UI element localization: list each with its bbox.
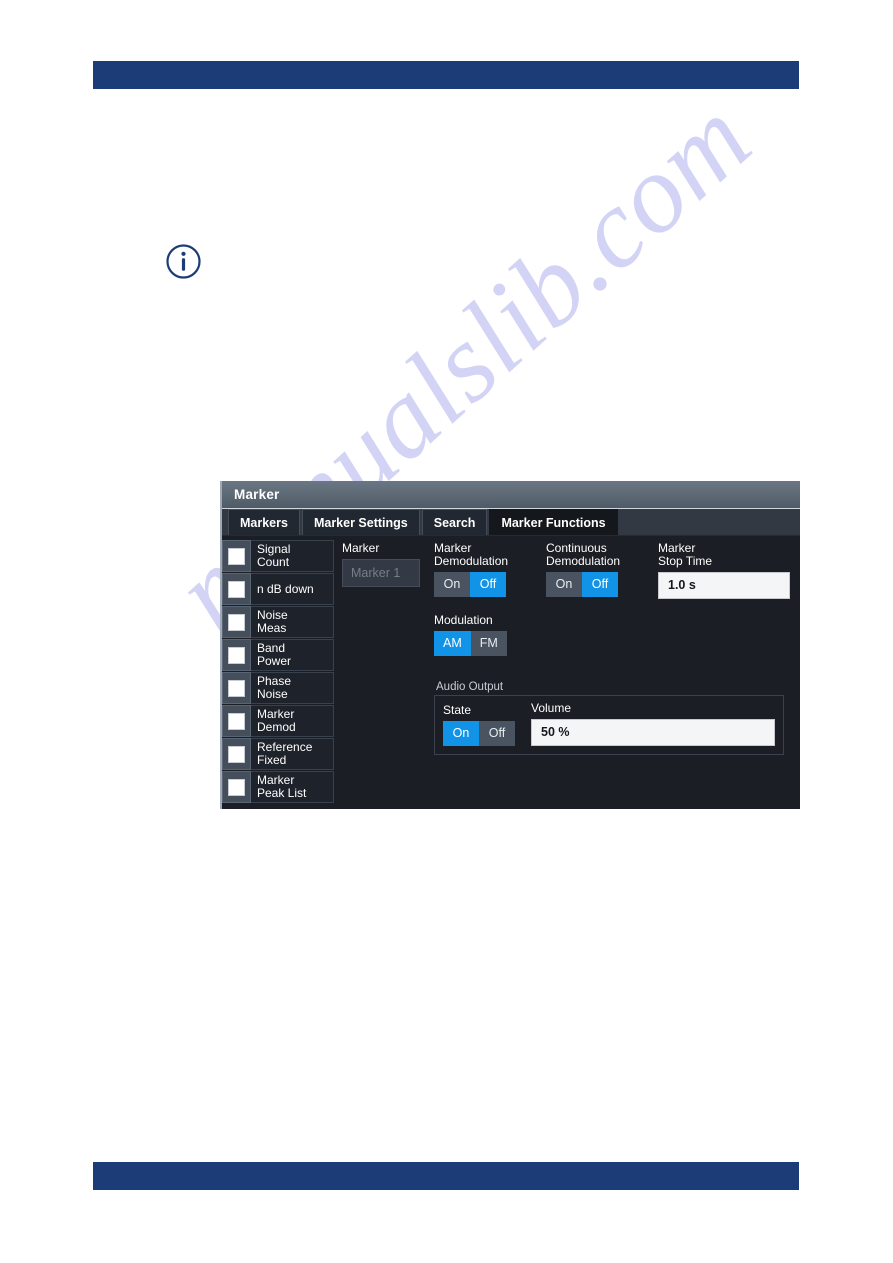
marker-demod-checkbox[interactable] [228,712,245,730]
list-item-label: Noise Meas [251,606,334,638]
list-item-label: Band Power [251,639,334,671]
marker-label-text: Marker [342,541,380,555]
list-item-n-db-down[interactable]: n dB down [222,573,334,605]
checkbox-cell[interactable] [222,639,251,671]
marker-stop-time-label: Marker Stop Time [658,542,790,568]
label-line-2: Meas [257,621,287,635]
label-line-2: Power [257,654,292,668]
tab-markers[interactable]: Markers [228,509,300,535]
signal-count-checkbox[interactable] [228,547,245,565]
dialog-tabbar: Markers Marker Settings Search Marker Fu… [222,509,800,536]
marker-select[interactable]: Marker 1 [342,558,420,587]
label-line-1: n dB down [257,581,314,596]
audio-state-off[interactable]: Off [479,721,515,746]
marker-stop-time-group: Marker Stop Time 1.0 s [658,542,790,599]
marker-selector-group: Marker Marker 1 [342,542,420,587]
n-db-down-checkbox[interactable] [228,580,245,598]
audio-volume-label-text: Volume [531,701,572,715]
audio-state-group: State On Off [443,704,515,746]
list-item-label: Phase Noise [251,672,334,704]
list-item-label: Signal Count [251,540,334,572]
continuous-demodulation-group: Continuous Demodulation On Off [546,542,620,597]
audio-output-group-label: Audio Output [436,681,504,693]
marker-stop-time-input[interactable]: 1.0 s [658,571,790,599]
tab-marker-functions[interactable]: Marker Functions [489,509,618,535]
checkbox-cell[interactable] [222,771,251,803]
audio-volume-label: Volume [531,702,775,715]
marker-functions-content: Marker Marker 1 Marker Demodulation On O… [334,536,800,809]
tab-search[interactable]: Search [421,509,488,535]
continuous-demodulation-toggle[interactable]: On Off [546,571,618,597]
list-item-signal-count[interactable]: Signal Count [222,540,334,572]
label-line-2: Stop Time [658,553,713,568]
phase-noise-checkbox[interactable] [228,679,245,697]
label-line-2: Fixed [257,753,287,767]
marker-demodulation-on[interactable]: On [434,572,470,597]
marker-demodulation-toggle[interactable]: On Off [434,571,506,597]
label-line-2: Peak List [257,786,307,800]
modulation-fm[interactable]: FM [471,631,507,656]
continuous-demodulation-label: Continuous Demodulation [546,542,620,568]
audio-state-toggle[interactable]: On Off [443,720,515,746]
audio-volume-input[interactable]: 50 % [531,718,775,746]
checkbox-cell[interactable] [222,540,251,572]
audio-state-on[interactable]: On [443,720,479,746]
list-item-marker-demod[interactable]: Marker Demod [222,705,334,737]
tab-marker-settings[interactable]: Marker Settings [301,509,420,535]
list-item-noise-meas[interactable]: Noise Meas [222,606,334,638]
noise-meas-checkbox[interactable] [228,613,245,631]
checkbox-cell[interactable] [222,738,251,770]
continuous-demodulation-on[interactable]: On [546,572,582,597]
band-power-checkbox[interactable] [228,646,245,664]
audio-output-frame: State On Off Volume 50 % [434,695,784,755]
audio-output-group: Audio Output State On Off Volume 50 % [434,681,784,755]
list-item-marker-peak-list[interactable]: Marker Peak List [222,771,334,803]
checkbox-cell[interactable] [222,705,251,737]
modulation-toggle[interactable]: AM FM [434,630,507,656]
modulation-label-text: Modulation [434,613,493,627]
page-footer-bar [93,1162,799,1190]
label-line-2: Demod [257,720,296,734]
checkbox-cell[interactable] [222,606,251,638]
label-line-1: Marker [658,541,696,555]
label-line-2: Demodulation [434,553,509,568]
audio-volume-group: Volume 50 % [531,702,775,746]
marker-peak-list-checkbox[interactable] [228,778,245,796]
list-item-band-power[interactable]: Band Power [222,639,334,671]
info-circle-icon [166,244,201,279]
label-line-2: Demodulation [546,553,621,568]
page-header-bar [93,61,799,89]
modulation-group: Modulation AM FM [434,614,507,656]
checkbox-cell[interactable] [222,573,251,605]
list-item-label: Marker Peak List [251,771,334,803]
reference-fixed-checkbox[interactable] [228,745,245,763]
list-item-label: n dB down [251,573,334,605]
label-line-2: Noise [257,687,288,701]
label-line-2: Count [257,555,290,569]
continuous-demodulation-off[interactable]: Off [582,571,618,597]
marker-demodulation-off[interactable]: Off [470,571,506,597]
label-line-1: Continuous [546,541,607,555]
dialog-titlebar: Marker [222,481,800,509]
marker-demodulation-group: Marker Demodulation On Off [434,542,508,597]
audio-state-label: State [443,704,515,717]
label-line-1: Marker [434,541,472,555]
checkbox-cell[interactable] [222,672,251,704]
marker-demodulation-label: Marker Demodulation [434,542,508,568]
marker-dialog: Marker Markers Marker Settings Search Ma… [220,481,800,809]
audio-state-label-text: State [443,703,472,717]
dialog-title: Marker [234,487,280,502]
marker-label: Marker [342,542,420,555]
modulation-label: Modulation [434,614,507,627]
marker-function-list: Signal Count n dB down Noise Meas Band P… [222,536,334,809]
list-item-reference-fixed[interactable]: Reference Fixed [222,738,334,770]
dialog-body: Signal Count n dB down Noise Meas Band P… [222,536,800,809]
modulation-am[interactable]: AM [434,630,471,656]
list-item-label: Reference Fixed [251,738,334,770]
list-item-label: Marker Demod [251,705,334,737]
list-item-phase-noise[interactable]: Phase Noise [222,672,334,704]
